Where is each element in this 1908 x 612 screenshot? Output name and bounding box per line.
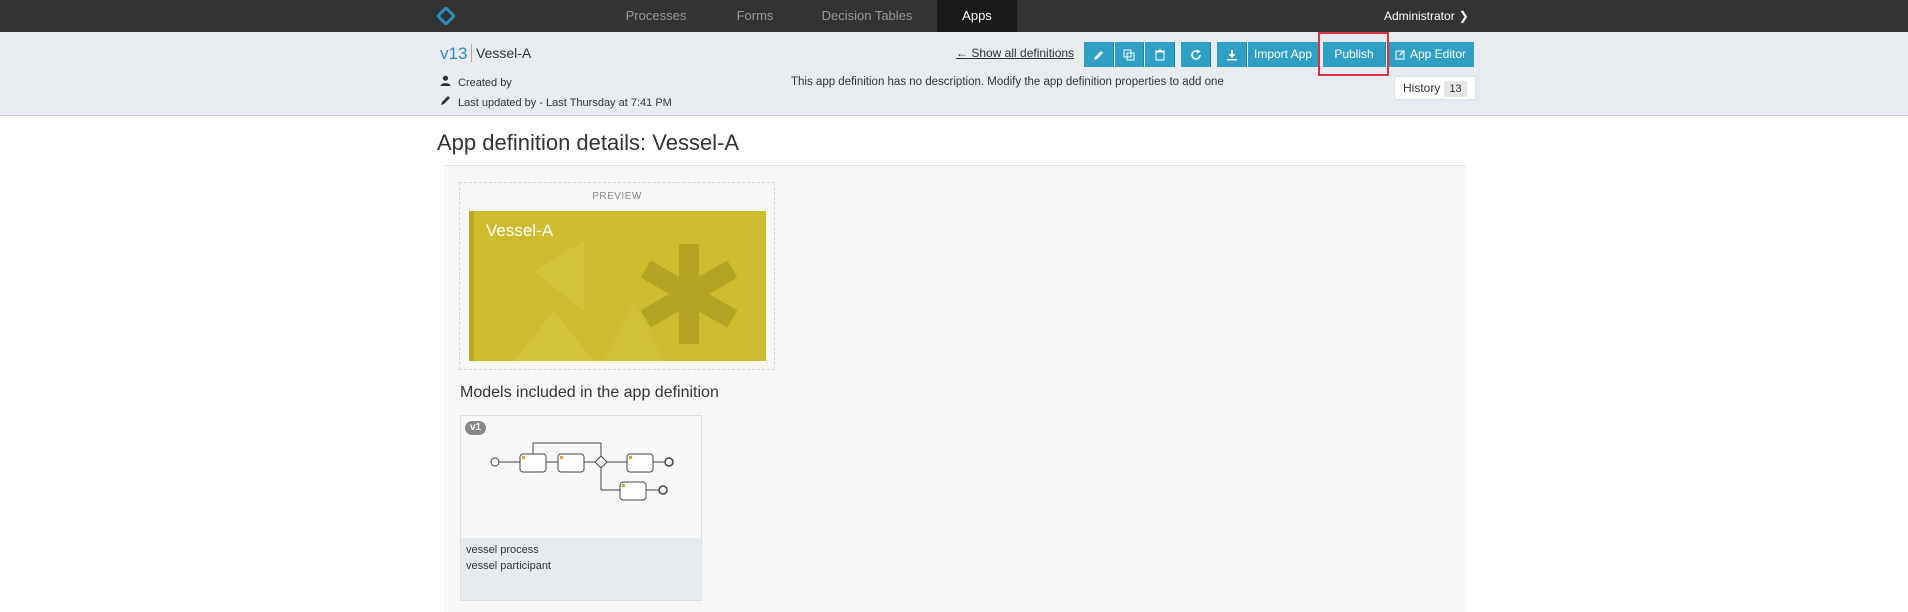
model-card[interactable]: v1 vessel process vessel participant [460, 415, 702, 601]
trash-icon [1154, 49, 1165, 61]
nav-apps[interactable]: Apps [937, 0, 1017, 38]
history-count-badge: 13 [1444, 81, 1467, 97]
pencil-icon [440, 95, 454, 109]
delete-button[interactable] [1145, 42, 1175, 67]
app-name: Vessel-A [476, 45, 532, 61]
edit-button[interactable] [1084, 42, 1114, 67]
history-label: History [1403, 81, 1441, 95]
tile-title: Vessel-A [486, 221, 554, 240]
chevron-down-icon: ❯ [1458, 9, 1469, 23]
download-icon [1226, 49, 1237, 61]
history-button[interactable]: History 13 [1394, 76, 1476, 100]
edit-square-icon [1395, 50, 1405, 60]
model-name-line: vessel participant [466, 560, 551, 572]
download-button[interactable] [1217, 42, 1247, 67]
last-updated-row: Last updated by - Last Thursday at 7:41 … [440, 95, 672, 109]
asterisk-icon [640, 244, 738, 344]
preview-label: PREVIEW [592, 191, 642, 202]
model-name-line: vessel process [466, 544, 539, 556]
user-name: Administrator [1384, 9, 1455, 23]
refresh-button[interactable] [1181, 42, 1211, 67]
nav-apps-label: Apps [962, 8, 992, 23]
app-description: This app definition has no description. … [791, 76, 1224, 88]
page-title: App definition details: Vessel-A [437, 130, 740, 155]
pencil-icon [1093, 50, 1103, 60]
publish-highlight-box [1318, 32, 1389, 76]
user-menu[interactable]: Administrator ❯ [1384, 0, 1469, 32]
app-logo-icon[interactable] [437, 7, 455, 25]
app-header [0, 32, 1908, 116]
duplicate-button[interactable] [1115, 42, 1144, 67]
model-footer: vessel process vessel participant [461, 538, 701, 600]
nav-processes[interactable]: Processes [617, 0, 695, 32]
top-nav: Processes Forms Decision Tables Apps Adm… [0, 0, 1908, 38]
last-updated-text: Last updated by - Last Thursday at 7:41 … [458, 97, 672, 109]
nav-forms[interactable]: Forms [722, 0, 788, 32]
version-label: v13 [440, 44, 468, 63]
refresh-icon [1190, 49, 1201, 60]
show-all-definitions-link[interactable]: ← Show all definitions [956, 46, 1074, 60]
divider [471, 44, 472, 62]
app-editor-button[interactable]: App Editor [1387, 42, 1474, 67]
import-app-button[interactable]: Import App [1248, 42, 1319, 67]
app-editor-label: App Editor [1409, 47, 1467, 61]
nav-decision-tables[interactable]: Decision Tables [814, 0, 920, 32]
copy-icon [1123, 49, 1135, 61]
user-icon [440, 75, 454, 89]
created-by-text: Created by [458, 77, 512, 89]
process-diagram-thumbnail [490, 442, 674, 501]
models-heading: Models included in the app definition [460, 384, 719, 401]
app-tile: Vessel-A [469, 211, 766, 361]
created-by-row: Created by [440, 75, 512, 89]
